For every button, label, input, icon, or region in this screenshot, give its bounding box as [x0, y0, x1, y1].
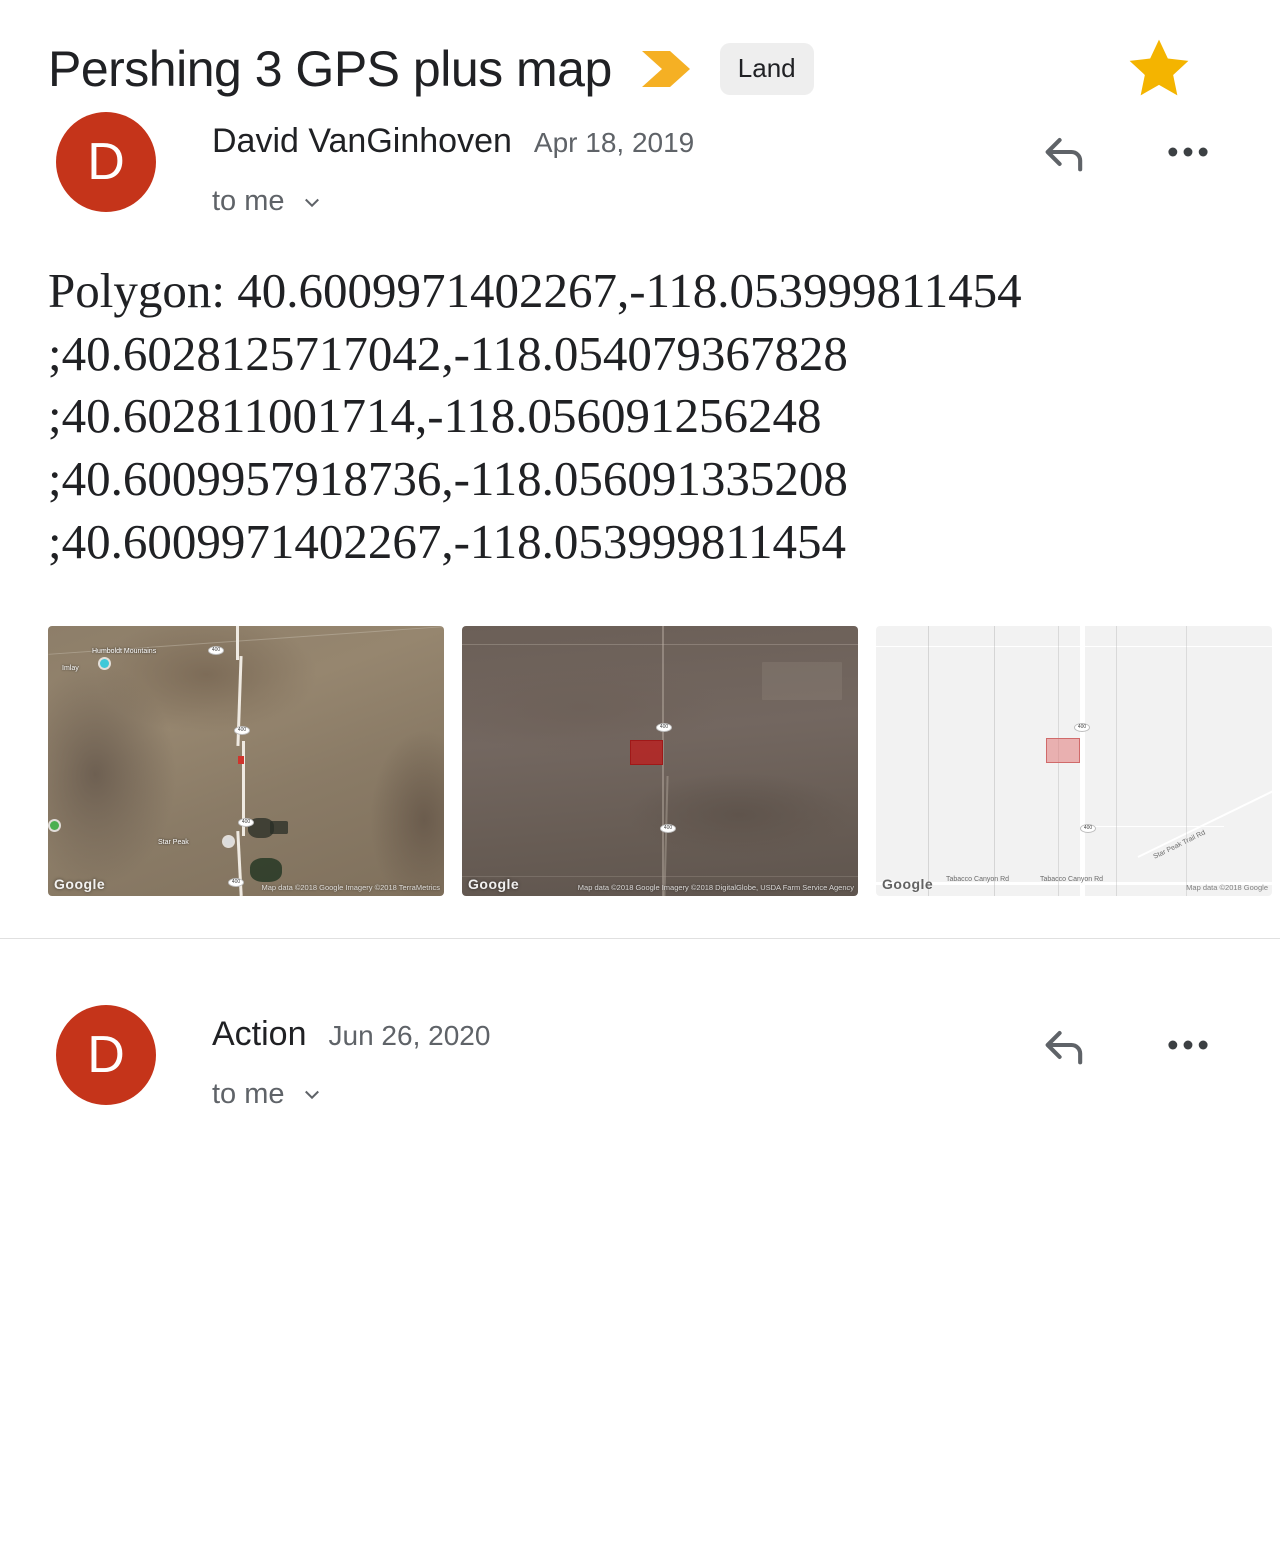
star-filled-icon [1129, 39, 1189, 96]
more-options-icon[interactable] [1160, 126, 1216, 178]
chevron-down-icon[interactable] [297, 187, 327, 217]
sender-name: David VanGinhoven [212, 122, 512, 160]
reply-arrow-icon[interactable] [1036, 126, 1094, 178]
message-body-text: Polygon: 40.6009971402267,-118.053999811… [48, 263, 1022, 569]
map-marker [238, 755, 244, 764]
label-chip-land[interactable]: Land [719, 43, 814, 95]
message-date: Apr 18, 2019 [533, 127, 695, 158]
recipient-row[interactable]: to me [212, 1078, 1036, 1111]
recipient-label: to me [212, 1077, 285, 1110]
subject-header: Pershing 3 GPS plus map Land [0, 0, 1280, 112]
map-label: Tabacco Canyon Rd [946, 875, 1010, 883]
map-label: Humboldt Mountains [92, 647, 157, 655]
attachment-thumbnails: 400 400 400 400 Humboldt Mountains Imlay… [0, 574, 1280, 896]
message-date: Jun 26, 2020 [328, 1019, 491, 1051]
attachment-thumbnail-roadmap-parcel[interactable]: 400 400 Tabacco Canyon Rd Tabacco Canyon… [876, 625, 1272, 896]
recipient-row[interactable]: to me [212, 185, 1036, 218]
star-button[interactable] [1122, 33, 1196, 105]
recipient-label: to me [212, 185, 285, 217]
map-attribution: Map data ©2018 Google Imagery ©2018 Terr… [261, 882, 440, 892]
avatar-initial: D [87, 133, 125, 191]
google-watermark: Google [882, 875, 934, 892]
page-title: Pershing 3 GPS plus map [48, 40, 612, 97]
avatar-initial: D [87, 1025, 125, 1084]
message-2: D Action Jun 26, 2020 to me [0, 939, 1280, 1111]
message-2-meta: Action Jun 26, 2020 to me [212, 1005, 1036, 1111]
parcel-polygon [1046, 737, 1080, 763]
map-label-secondary: Star Peak [158, 838, 189, 846]
message-1: D David VanGinhoven Apr 18, 2019 to me P… [0, 112, 1280, 939]
sender-name: Action [212, 1014, 307, 1053]
avatar[interactable]: D [56, 1004, 156, 1105]
attachment-thumbnail-satellite-parcel[interactable]: 400 400 Google Map data ©2018 Google Ima… [462, 625, 858, 896]
map-label: Tabacco Canyon Rd [1040, 875, 1104, 883]
message-1-actions [1036, 112, 1216, 178]
reply-arrow-icon[interactable] [1036, 1019, 1094, 1071]
google-watermark: Google [54, 875, 106, 892]
google-watermark: Google [468, 875, 520, 892]
message-1-meta: David VanGinhoven Apr 18, 2019 to me [212, 112, 1036, 218]
parcel-polygon [630, 739, 663, 765]
message-1-header: D David VanGinhoven Apr 18, 2019 to me [0, 112, 1280, 218]
important-chevron-icon[interactable] [638, 45, 694, 93]
attachment-thumbnail-satellite-overview[interactable]: 400 400 400 400 Humboldt Mountains Imlay… [48, 625, 444, 896]
message-2-actions [1036, 1005, 1216, 1071]
email-thread-view: Pershing 3 GPS plus map Land D David Van… [0, 0, 1280, 1555]
chevron-down-icon[interactable] [297, 1079, 327, 1109]
avatar[interactable]: D [56, 112, 156, 212]
map-attribution: Map data ©2018 Google Imagery ©2018 Digi… [577, 882, 854, 892]
message-2-header: D Action Jun 26, 2020 to me [0, 939, 1280, 1111]
map-attribution: Map data ©2018 Google [1186, 882, 1268, 892]
map-label: Imlay [62, 664, 79, 672]
more-options-icon[interactable] [1160, 1019, 1216, 1071]
